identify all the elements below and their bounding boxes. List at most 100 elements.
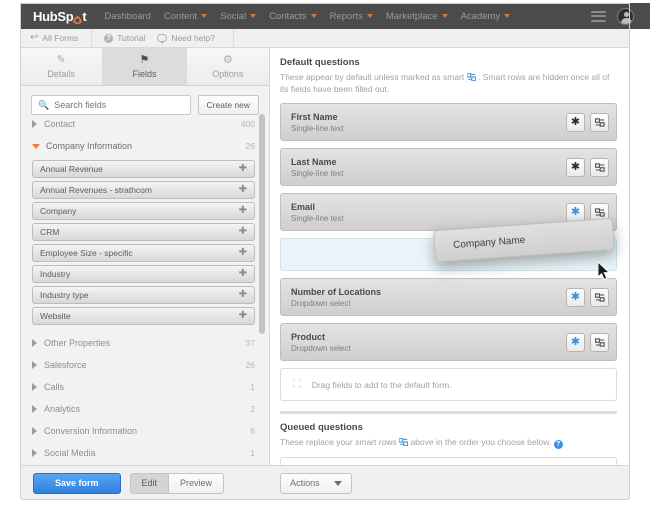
tab-details[interactable]: ✎ Details: [20, 48, 103, 85]
sprocket-icon: [73, 13, 82, 22]
group-calls[interactable]: Calls 1: [20, 376, 269, 398]
edit-toggle-button[interactable]: Edit: [130, 473, 170, 494]
form-row-actions: ✱: [566, 288, 609, 307]
chevron-right-icon: [32, 405, 37, 413]
smart-toggle-button[interactable]: [590, 288, 609, 307]
nav-item-marketplace[interactable]: Marketplace: [386, 11, 448, 22]
actions-label: Actions: [290, 478, 320, 488]
move-icon[interactable]: ✚: [239, 227, 247, 237]
move-icon[interactable]: ✚: [239, 269, 247, 279]
actions-dropdown[interactable]: Actions: [280, 473, 352, 494]
field-chip-industry-type[interactable]: Industry type ✚: [32, 286, 255, 304]
field-chip-annual-revenues-strathcom[interactable]: Annual Revenues - strathcom ✚: [32, 181, 255, 199]
hamburger-icon[interactable]: [591, 11, 606, 22]
chevron-down-icon: [250, 14, 256, 18]
form-row-text: Number of Locations Dropdown select: [291, 287, 381, 308]
field-chip-website[interactable]: Website ✚: [32, 307, 255, 325]
user-avatar-icon[interactable]: [617, 8, 634, 25]
group-count: 1: [250, 382, 255, 392]
hubspot-form-editor: HubSp t Dashboard Content Social Contac: [0, 0, 650, 525]
field-chip-employee-size-specific[interactable]: Employee Size - specific ✚: [32, 244, 255, 262]
field-chip-label: Employee Size - specific: [40, 248, 133, 258]
group-salesforce[interactable]: Salesforce 26: [20, 354, 269, 376]
field-chip-label: Annual Revenue: [40, 164, 103, 174]
form-row-product[interactable]: Product Dropdown select ✱: [280, 323, 617, 361]
gear-icon: ⚙: [223, 55, 233, 66]
tab-label: Options: [212, 69, 243, 79]
smart-field-icon: [595, 208, 605, 217]
form-row-first-name[interactable]: First Name Single-line text ✱: [280, 103, 617, 141]
default-form-dropzone[interactable]: ⛶ Drag fields to add to the default form…: [280, 368, 617, 401]
move-icon[interactable]: ✚: [239, 185, 247, 195]
form-row-number-of-locations[interactable]: Number of Locations Dropdown select ✱: [280, 278, 617, 316]
back-arrow-icon: ↩: [30, 33, 38, 43]
move-icon[interactable]: ✚: [239, 311, 247, 321]
nav-right-group: [591, 8, 634, 25]
required-toggle-button[interactable]: ✱: [566, 288, 585, 307]
form-row-last-name[interactable]: Last Name Single-line text ✱: [280, 148, 617, 186]
need-help-label: Need help?: [171, 33, 214, 43]
smart-toggle-button[interactable]: [590, 113, 609, 132]
desc-text-before: These appear by default unless marked as…: [280, 72, 464, 82]
required-toggle-button[interactable]: ✱: [566, 203, 585, 222]
subnav-divider: [91, 29, 92, 48]
all-forms-label: All Forms: [42, 33, 78, 43]
cursor-arrow-icon: [598, 262, 611, 281]
group-count: 26: [246, 360, 255, 370]
nav-label: Dashboard: [104, 11, 150, 22]
nav-item-social[interactable]: Social: [220, 11, 256, 22]
nav-item-content[interactable]: Content: [164, 11, 207, 22]
hubspot-logo[interactable]: HubSp t: [33, 9, 86, 24]
all-forms-back-link[interactable]: ↩ All Forms: [30, 33, 78, 43]
group-contact[interactable]: Contact 400: [20, 113, 269, 135]
group-other-properties[interactable]: Other Properties 37: [20, 332, 269, 354]
nav-label: Content: [164, 11, 197, 22]
nav-item-academy[interactable]: Academy: [461, 11, 511, 22]
save-form-button[interactable]: Save form: [33, 473, 121, 494]
move-icon[interactable]: ✚: [239, 248, 247, 258]
required-toggle-button[interactable]: ✱: [566, 333, 585, 352]
required-toggle-button[interactable]: ✱: [566, 158, 585, 177]
smart-toggle-button[interactable]: [590, 158, 609, 177]
search-fields-box[interactable]: 🔍: [31, 95, 191, 115]
smart-field-svg: [399, 438, 408, 446]
sidebar-scrollbar-thumb[interactable]: [259, 114, 265, 334]
move-icon[interactable]: ✚: [239, 290, 247, 300]
info-icon: ?: [104, 34, 113, 43]
smart-toggle-button[interactable]: [590, 333, 609, 352]
drag-ghost-label: Company Name: [453, 234, 526, 250]
create-new-button[interactable]: Create new: [198, 95, 259, 115]
group-analytics[interactable]: Analytics 2: [20, 398, 269, 420]
nav-item-dashboard[interactable]: Dashboard: [104, 11, 150, 22]
group-social-media[interactable]: Social Media 1: [20, 442, 269, 464]
smart-field-icon: [595, 338, 605, 347]
required-toggle-button[interactable]: ✱: [566, 113, 585, 132]
group-label: Conversion Information: [44, 426, 137, 436]
chevron-right-icon: [32, 383, 37, 391]
nav-item-contacts[interactable]: Contacts: [269, 11, 317, 22]
search-input[interactable]: [54, 100, 183, 110]
tab-options[interactable]: ⚙ Options: [187, 48, 269, 85]
group-company-information[interactable]: Company Information 26: [20, 135, 269, 157]
group-count: 6: [250, 426, 255, 436]
need-help-link[interactable]: Need help?: [157, 33, 214, 43]
nav-item-reports[interactable]: Reports: [330, 11, 373, 22]
sidebar-scrollbar-track[interactable]: [261, 114, 267, 461]
smart-field-icon: [399, 437, 408, 445]
move-icon[interactable]: ✚: [239, 206, 247, 216]
field-chip-annual-revenue[interactable]: Annual Revenue ✚: [32, 160, 255, 178]
field-chip-crm[interactable]: CRM ✚: [32, 223, 255, 241]
group-conversion-information[interactable]: Conversion Information 6: [20, 420, 269, 442]
nav-label: Reports: [330, 11, 363, 22]
field-chip-industry[interactable]: Industry ✚: [32, 265, 255, 283]
preview-toggle-button[interactable]: Preview: [169, 473, 224, 494]
chevron-down-icon: [32, 144, 40, 149]
move-icon[interactable]: ✚: [239, 164, 247, 174]
help-icon[interactable]: ?: [554, 440, 563, 449]
chevron-down-icon: [504, 14, 510, 18]
field-chip-company[interactable]: Company ✚: [32, 202, 255, 220]
queued-form-dropzone[interactable]: ⛶ Drag replacement fields to get more in…: [280, 457, 617, 465]
tab-fields[interactable]: ⚑ Fields: [103, 48, 186, 85]
section-divider: [280, 411, 617, 414]
tutorial-link[interactable]: ? Tutorial: [104, 33, 145, 43]
